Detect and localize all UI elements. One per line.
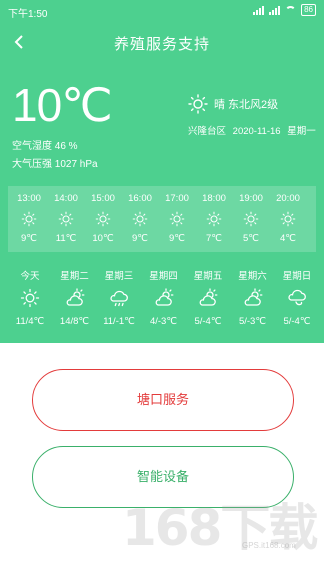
location-date: 兴隆台区 2020-11-16 星期一 [188, 123, 320, 137]
day-range: 5/-4℃ [283, 316, 311, 327]
wifi-icon [285, 6, 297, 14]
page-title: 养殖服务支持 [113, 36, 210, 53]
sun-icon [206, 211, 222, 227]
nav-bar: 养殖服务支持 [0, 28, 324, 56]
current-condition: 晴 东北风2级 [188, 94, 278, 114]
hour-temp: 9℃ [21, 233, 37, 244]
hour-temp: 10℃ [92, 233, 114, 244]
status-time: 下午1:50 [8, 9, 48, 20]
day-range: 4/-3℃ [149, 316, 178, 327]
hour-time: 13:00 [17, 193, 41, 204]
windy-cloud-icon [288, 289, 306, 306]
sun-icon [280, 211, 296, 227]
hourly-forecast[interactable]: 13:00 9℃ 14:00 11℃ 15:00 10℃ 16:00 9℃ 17:00 9℃ 18:… [8, 186, 316, 252]
partly-cloudy-icon [66, 288, 84, 306]
current-temperature: 10℃ [12, 79, 113, 131]
condition-text: 晴 东北风2级 [214, 99, 279, 111]
day-name: 星期日 [282, 271, 312, 282]
day-range: 5/-4℃ [194, 316, 222, 327]
pond-service-button[interactable]: 塘口服务 [32, 369, 294, 431]
watermark-logo: 168下载 GPS.it168.com [122, 488, 320, 564]
sun-icon [188, 94, 208, 114]
hour-temp: 9℃ [169, 233, 185, 244]
partly-cloudy-icon [244, 288, 262, 306]
district-text: 兴隆台区 [188, 126, 227, 137]
hour-time: 19:00 [239, 193, 263, 204]
weather-panel: 下午1:50 86 养殖服务支持 10℃ 空气湿度 46 % 大气压强 1027… [0, 0, 324, 343]
rain-cloud-icon [110, 290, 128, 307]
date-text: 2020-11-16 [232, 126, 281, 137]
sun-icon [58, 211, 74, 227]
day-range: 11/4℃ [15, 316, 45, 327]
battery-icon: 86 [301, 4, 316, 16]
hour-time: 15:00 [91, 193, 115, 204]
humidity-text: 空气湿度 46 % [12, 141, 78, 152]
day-name: 星期三 [104, 271, 134, 282]
partly-cloudy-icon [155, 288, 173, 306]
pressure-text: 大气压强 1027 hPa [12, 159, 98, 170]
status-bar: 下午1:50 86 [0, 0, 324, 22]
hour-temp: 9℃ [132, 233, 148, 244]
status-icons: 86 [253, 4, 316, 16]
weekday-text: 星期一 [287, 126, 316, 137]
day-name: 今天 [20, 271, 40, 282]
partly-cloudy-icon [199, 288, 218, 306]
hour-temp: 4℃ [280, 233, 296, 244]
day-name: 星期四 [149, 271, 178, 282]
day-range: 11/-1℃ [103, 316, 135, 327]
hour-time: 16:00 [128, 193, 152, 204]
day-name: 星期二 [60, 271, 89, 282]
hour-temp: 5℃ [243, 233, 259, 244]
sun-icon [95, 211, 111, 227]
hour-temp: 11℃ [55, 233, 77, 244]
day-name: 星期六 [238, 271, 267, 282]
hour-time: 14:00 [54, 193, 78, 204]
sun-icon [169, 211, 185, 227]
day-name: 星期五 [193, 271, 223, 282]
signal-icon [253, 5, 265, 15]
sun-icon [21, 211, 37, 227]
hour-time: 17:00 [165, 193, 189, 204]
watermark-url: GPS.it168.com [242, 541, 296, 550]
sun-icon [20, 288, 40, 308]
sun-icon [132, 211, 148, 227]
hour-time: 18:00 [202, 193, 226, 204]
sun-icon [243, 211, 259, 227]
day-range: 5/-3℃ [238, 316, 267, 327]
signal-icon [269, 5, 281, 15]
hour-temp: 7℃ [206, 233, 222, 244]
hour-time: 20:00 [276, 193, 300, 204]
day-range: 14/8℃ [59, 316, 90, 327]
